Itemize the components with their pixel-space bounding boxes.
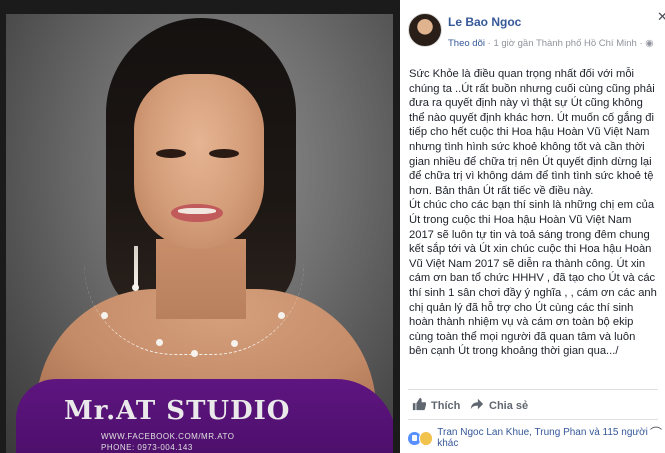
post-text: Sức Khỏe là điều quan trọng nhất đối với… [409, 67, 657, 359]
share-icon [470, 397, 484, 414]
post-meta: Theo dõi · 1 giờ gần Thành phố Hồ Chí Mi… [448, 38, 654, 49]
divider [408, 419, 658, 420]
photo-pearl [191, 350, 198, 357]
photo-eye-right [209, 149, 239, 158]
divider [408, 389, 658, 390]
post-panel: Le Bao Ngoc Theo dõi · 1 giờ gần Thành p… [400, 0, 665, 453]
photo-pearl [156, 339, 163, 346]
post-header: Le Bao Ngoc Theo dõi · 1 giờ gần Thành p… [408, 9, 665, 53]
close-icon[interactable]: ✕ [657, 9, 665, 25]
thumbs-up-icon [412, 397, 427, 414]
globe-icon: · ◉ [639, 38, 654, 49]
photo-teeth [178, 208, 216, 214]
comment-bubble-icon[interactable]: ⌒ [650, 424, 662, 441]
post-photo[interactable]: Mr.AT STUDIO WWW.FACEBOOK.COM/MR.ATO PHO… [6, 14, 393, 453]
author-avatar[interactable] [408, 13, 442, 47]
photo-pearl [101, 312, 108, 319]
photo-viewer: Mr.AT STUDIO WWW.FACEBOOK.COM/MR.ATO PHO… [0, 0, 400, 453]
reactions-text: Tran Ngoc Lan Khue, Trung Phan và 115 ng… [437, 427, 648, 449]
photo-eye-left [156, 149, 186, 158]
studio-phone: PHONE: 0973-004.143 [101, 443, 193, 452]
studio-contact: WWW.FACEBOOK.COM/MR.ATO PHONE: 0973-004.… [101, 431, 234, 453]
share-label: Chia sẻ [489, 399, 529, 412]
like-label: Thích [431, 399, 461, 412]
like-button[interactable]: Thích [412, 397, 460, 414]
photo-face [134, 74, 264, 249]
post-time-location[interactable]: 1 giờ gần Thành phố Hồ Chí Minh [493, 38, 636, 49]
studio-website: WWW.FACEBOOK.COM/MR.ATO [101, 432, 235, 441]
post-actions: Thích Chia sẻ [410, 397, 660, 417]
share-button[interactable]: Chia sẻ [470, 397, 528, 414]
post-paragraph: Sức Khỏe là điều quan trọng nhất đối với… [409, 68, 655, 197]
reactions-summary[interactable]: Tran Ngoc Lan Khue, Trung Phan và 115 ng… [408, 427, 665, 449]
sad-reaction-icon [418, 430, 434, 446]
follow-link[interactable]: Theo dõi [448, 38, 485, 49]
photo-pearl [278, 312, 285, 319]
author-name[interactable]: Le Bao Ngoc [448, 15, 521, 29]
photo-pearl [231, 340, 238, 347]
post-paragraph: Út chúc cho các bạn thí sinh là những ch… [409, 199, 657, 358]
studio-logo: Mr.AT STUDIO [64, 396, 291, 426]
